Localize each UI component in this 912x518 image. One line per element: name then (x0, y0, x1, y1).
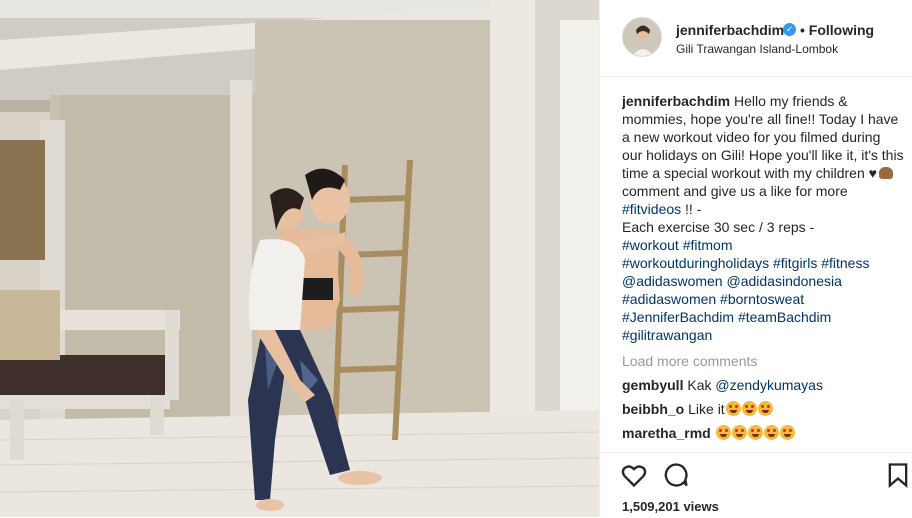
heart-eyes-emoji-icon (757, 401, 773, 416)
comment-item: maretha_rmd (622, 424, 904, 442)
hashtag-line-3[interactable]: #adidaswomen #borntosweat (622, 291, 804, 307)
heart-eyes-emoji-icon (725, 401, 741, 416)
instagram-post-view: jenniferbachdim ✓ • Following Gili Trawa… (0, 0, 912, 517)
heart-eyes-emoji-icon (763, 425, 779, 440)
post-header: jenniferbachdim ✓ • Following Gili Trawa… (600, 0, 912, 77)
verified-badge-icon: ✓ (783, 23, 796, 36)
following-button[interactable]: • Following (800, 22, 874, 38)
location-link[interactable]: Gili Trawangan Island-Lombok (676, 42, 838, 56)
post-actions-bar: 1,509,201 views (600, 452, 912, 518)
black-heart-emoji-icon: ♥ (868, 165, 877, 181)
comment-text: Like it (688, 401, 725, 417)
comment-item: beibbh_o Like it (622, 400, 904, 418)
heart-eyes-emoji-icon (715, 425, 731, 440)
caption-text-3: !! - (685, 201, 702, 217)
caption-text-4: Each exercise 30 sec / 3 reps - (622, 219, 815, 235)
caption-text-2: comment and give us a like for more (622, 183, 848, 199)
avatar-image (623, 18, 661, 56)
header-username-link[interactable]: jenniferbachdim (676, 22, 784, 38)
hashtag-line-1[interactable]: #workout #fitmom (622, 237, 732, 253)
caption-username-link[interactable]: jenniferbachdim (622, 93, 730, 109)
comments-list[interactable]: jenniferbachdim Hello my friends & mommi… (622, 92, 904, 448)
post-media-video[interactable] (0, 0, 599, 517)
mention-line[interactable]: @adidaswomen @adidasindonesia (622, 273, 842, 289)
heart-eyes-emoji-icon (741, 401, 757, 416)
comment-text: Kak (687, 377, 716, 393)
mention-link[interactable]: @zendykumayas (715, 377, 823, 393)
comment-icon[interactable] (662, 461, 690, 489)
flexed-biceps-emoji-icon (878, 167, 893, 179)
comment-username-link[interactable]: maretha_rmd (622, 425, 711, 441)
workout-scene-illustration (0, 0, 599, 517)
heart-eyes-emoji-icon (779, 425, 795, 440)
heart-eyes-emoji-icon (747, 425, 763, 440)
heart-eyes-emoji-icon (731, 425, 747, 440)
comment-item: gembyull Kak @zendykumayas (622, 376, 904, 394)
hashtag-line-4[interactable]: #JenniferBachdim #teamBachdim (622, 309, 831, 325)
bookmark-icon[interactable] (884, 461, 912, 489)
heart-icon[interactable] (620, 461, 648, 489)
caption: jenniferbachdim Hello my friends & mommi… (622, 92, 904, 344)
hashtag-line-2[interactable]: #workoutduringholidays #fitgirls #fitnes… (622, 255, 869, 271)
views-count: 1,509,201 views (622, 499, 719, 514)
hashtag-line-5[interactable]: #gilitrawangan (622, 327, 712, 343)
comment-username-link[interactable]: gembyull (622, 377, 683, 393)
post-side-panel: jenniferbachdim ✓ • Following Gili Trawa… (599, 0, 912, 517)
load-more-comments-button[interactable]: Load more comments (622, 352, 904, 370)
avatar[interactable] (622, 17, 662, 57)
comment-username-link[interactable]: beibbh_o (622, 401, 684, 417)
hashtag-link[interactable]: #fitvideos (622, 201, 681, 217)
